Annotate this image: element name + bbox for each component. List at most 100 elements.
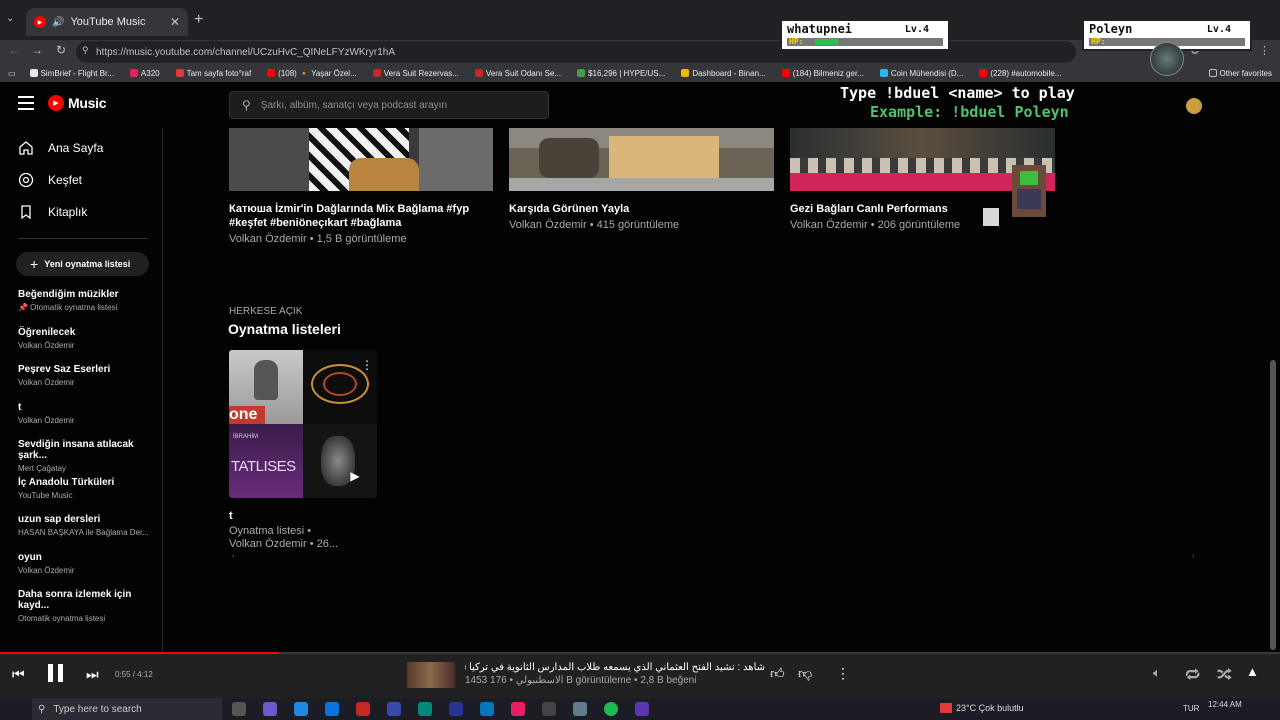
start-button[interactable] [0, 698, 28, 720]
bookmark-item[interactable]: Dashboard - Binan... [673, 69, 773, 78]
playlist-title: Peşrev Saz Eserleri [18, 364, 111, 375]
hp-fill [815, 39, 839, 45]
clock[interactable]: 12:44 AM [1208, 700, 1242, 709]
bookmark-favicon-icon [129, 69, 138, 77]
progress-track[interactable] [0, 652, 1280, 654]
sidebar-playlist-item[interactable]: t Volkan Özdemir [0, 402, 162, 440]
yt-music-logo[interactable]: ▶ Music [48, 95, 106, 111]
page-scrollbar[interactable] [1270, 360, 1276, 650]
app-icon[interactable] [449, 702, 463, 716]
sidebar-item-library[interactable]: Kitaplık [0, 196, 162, 228]
bookmark-item[interactable]: Coin Mühendisi (D... [872, 69, 971, 78]
track-thumbnail[interactable] [407, 662, 455, 688]
search-box[interactable]: ⚲ Şarkı, albüm, sanatçı veya podcast ara… [229, 91, 549, 119]
bookmark-item[interactable]: SimBrief - Flight Br... [22, 69, 122, 78]
playlist-collage[interactable]: one ⋮ İBRAHİM TATLISES ▶ [229, 350, 377, 498]
sidebar-playlist-item[interactable]: Öğrenilecek Volkan Özdemir [0, 327, 162, 365]
browser-tab[interactable]: ▶ 🔊 YouTube Music ✕ [26, 8, 188, 36]
bookmark-favicon-icon [175, 69, 184, 77]
sidebar-playlist-item[interactable]: Daha sonra izlemek için kayd... Otomatik … [0, 589, 162, 627]
app-icon[interactable] [542, 702, 556, 716]
expand-player-icon[interactable]: ▲ [1246, 664, 1259, 679]
bookmark-item[interactable]: (108) 🔸 Yaşar Özel... [259, 69, 365, 78]
tab-list-icon[interactable]: ⌄ [6, 13, 14, 24]
forward-icon[interactable]: → [31, 43, 43, 57]
repeat-icon[interactable]: 🔁︎ [1185, 664, 1200, 686]
speaker-icon[interactable]: 🔊 [52, 17, 64, 28]
bookmark-label: (184) Bilmeniz ger... [792, 68, 864, 78]
app-icon[interactable] [418, 702, 432, 716]
menu-icon[interactable]: ⋮ [1259, 44, 1270, 60]
like-icon[interactable]: 👍︎ [770, 665, 785, 682]
bookmark-item[interactable]: $16,296 | HYPE/US... [569, 69, 673, 78]
tiktok-icon[interactable] [511, 702, 525, 716]
playlist-card-title[interactable]: t [229, 510, 233, 522]
video-thumbnail[interactable] [229, 128, 493, 191]
app-icon[interactable] [573, 702, 587, 716]
site-info-icon[interactable]: ⚲ [82, 45, 89, 56]
sidebar-playlist-item[interactable]: Beğendiğim müzikler 📌 Otomatik oynatma li… [0, 289, 162, 327]
playlist-title: Öğrenilecek [18, 326, 76, 338]
volume-icon[interactable]: 🔈︎ [1153, 665, 1161, 681]
task-view-icon[interactable] [232, 702, 246, 716]
app-icon[interactable] [387, 702, 401, 716]
back-icon[interactable]: ← [8, 43, 20, 57]
weather-widget[interactable]: 23°C Çok bulutlu [940, 703, 1024, 713]
sidebar-item-explore[interactable]: Keşfet [0, 164, 162, 196]
scroll-right-icon[interactable]: › [1192, 551, 1195, 560]
search-icon: ⚲ [38, 703, 46, 715]
avatar[interactable] [1186, 98, 1202, 114]
sidebar-playlist-item[interactable]: oyun Volkan Özdemir [0, 552, 162, 590]
playlist-subtitle: Otomatik oynatma listesi [18, 614, 106, 623]
bookmark-item[interactable]: Vera Suit Odanı Se... [467, 69, 569, 78]
hamburger-menu-icon[interactable] [18, 96, 34, 110]
home-icon [19, 141, 33, 155]
app-icon[interactable] [325, 702, 339, 716]
shuffle-icon[interactable]: 🔀︎ [1217, 664, 1232, 686]
video-title[interactable]: Karşıda Görünen Yayla [509, 202, 779, 216]
track-title[interactable]: شاهد : نشيد الفتح العثماني الذي يسمعه طل… [465, 662, 765, 673]
more-options-icon[interactable]: ⋮ [836, 665, 850, 682]
more-options-icon[interactable]: ⋮ [361, 358, 373, 372]
sidebar-playlist-item[interactable]: Sevdiğin insana atılacak şark... Mert Çağ… [0, 439, 162, 477]
bookmark-item[interactable]: Vera Suit Rezervas... [365, 69, 467, 78]
bookmark-favicon-icon [474, 69, 483, 77]
sidebar-playlist-item[interactable]: Peşrev Saz Eserleri Volkan Özdemir [0, 364, 162, 402]
pause-button[interactable] [48, 664, 63, 682]
language-indicator[interactable]: TUR [1183, 704, 1199, 713]
app-icon[interactable] [635, 702, 649, 716]
next-icon[interactable]: ⏭ [86, 666, 99, 683]
hp-label: HP: [789, 37, 804, 46]
video-title[interactable]: Катюша İzmir'in Dağlarında Mix Bağlama #… [229, 202, 499, 230]
collage-text: İBRAHİM [233, 434, 259, 440]
bookmark-item[interactable]: A320 [122, 69, 168, 78]
close-tab-icon[interactable]: ✕ [170, 15, 180, 29]
weather-icon [940, 703, 952, 713]
app-icon[interactable] [294, 702, 308, 716]
sidebar-playlist-item[interactable]: İç Anadolu Türküleri YouTube Music [0, 477, 162, 515]
new-playlist-button[interactable]: + Yeni oynatma listesi [16, 252, 149, 276]
sidebar-item-home[interactable]: Ana Sayfa [0, 132, 162, 164]
spotify-icon[interactable] [604, 702, 618, 716]
url-text: https://music.youtube.com/channel/UCzuHv… [96, 46, 395, 58]
play-icon[interactable]: ▶ [347, 468, 363, 484]
apps-icon[interactable]: ▭ [0, 69, 22, 78]
edge-icon[interactable] [480, 702, 494, 716]
video-thumbnail[interactable] [509, 128, 774, 191]
taskbar-search[interactable]: ⚲ Type here to search [32, 698, 222, 720]
bookmark-item[interactable]: (228) #automobile... [971, 69, 1069, 78]
bookmark-item[interactable]: (184) Bilmeniz ger... [774, 69, 872, 78]
dislike-icon[interactable]: 👎︎ [798, 665, 812, 682]
scroll-left-icon[interactable]: ‹ [232, 551, 235, 560]
previous-icon[interactable]: ⏮ [12, 666, 25, 683]
reload-icon[interactable]: ↻ [56, 43, 66, 57]
other-favorites-label: Other favorites [1219, 68, 1272, 78]
app-icon[interactable] [356, 702, 370, 716]
player-level: Lv.4 [1206, 24, 1231, 35]
other-favorites[interactable]: Other favorites [1201, 69, 1280, 78]
sidebar-playlist-item[interactable]: uzun sap dersleri HASAN BAŞKAYA ile Bağla… [0, 514, 162, 552]
app-icon[interactable] [263, 702, 277, 716]
bookmark-item[interactable]: Tam sayfa foto°raf [168, 69, 260, 78]
player-name: whatupnei [787, 22, 853, 36]
new-tab-icon[interactable]: + [194, 10, 203, 30]
